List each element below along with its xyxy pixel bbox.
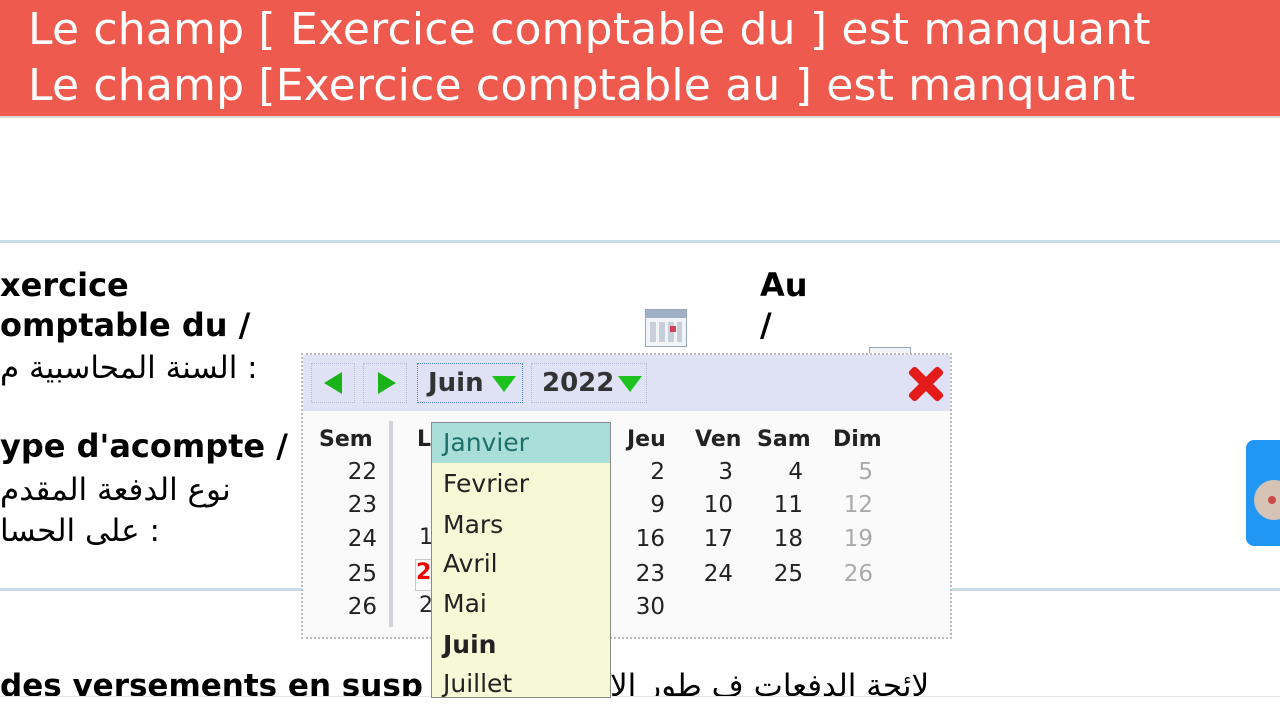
day-cell[interactable]: 11 xyxy=(763,492,803,518)
day-cell[interactable]: 4 xyxy=(763,459,803,485)
day-cell[interactable]: 25 xyxy=(763,561,803,587)
header-ven: Ven xyxy=(695,427,742,452)
type-acompte-arabic-line2: : على الحسا xyxy=(0,513,160,549)
type-acompte-arabic-line1: نوع الدفعة المقدم xyxy=(0,472,231,508)
day-cell[interactable]: 16 xyxy=(625,526,665,552)
day-cell-weekend[interactable]: 26 xyxy=(833,561,873,587)
error-banner: Le champ [ Exercice comptable du ] est m… xyxy=(0,0,1280,116)
month-value: Juin xyxy=(428,368,484,398)
calendar-icon-du[interactable] xyxy=(645,309,687,347)
banner-divider xyxy=(0,116,1280,118)
exercice-label-line1: xercice xyxy=(0,266,129,304)
day-cell[interactable]: 10 xyxy=(693,492,733,518)
day-cell[interactable]: 18 xyxy=(763,526,803,552)
date-picker-popup: Juin 2022 Sem L Jeu Ven Sam Dim 22 23 24… xyxy=(301,353,952,639)
week-number: 26 xyxy=(347,594,377,620)
au-label-line2: / xyxy=(760,306,772,344)
side-floating-button[interactable] xyxy=(1246,440,1280,546)
day-cell-weekend[interactable]: 12 xyxy=(833,492,873,518)
chevron-down-icon xyxy=(492,376,516,392)
arrow-left-icon xyxy=(324,372,342,394)
month-select[interactable]: Juin xyxy=(417,363,523,403)
month-option-avril[interactable]: Avril xyxy=(432,544,610,584)
prev-month-button[interactable] xyxy=(311,363,355,403)
month-option-mars[interactable]: Mars xyxy=(432,505,610,545)
error-message-du: Le champ [ Exercice comptable du ] est m… xyxy=(28,4,1151,55)
week-column-divider xyxy=(389,421,393,627)
exercice-label-arabic: : السنة المحاسبية م xyxy=(0,350,258,386)
week-number: 25 xyxy=(347,561,377,587)
month-option-fevrier[interactable]: Fevrier xyxy=(432,464,610,504)
next-month-button[interactable] xyxy=(363,363,407,403)
header-jeu: Jeu xyxy=(627,427,666,452)
type-acompte-label: ype d'acompte / xyxy=(0,427,288,465)
week-number: 24 xyxy=(347,526,377,552)
arrow-right-icon xyxy=(378,372,396,394)
section-divider-top xyxy=(0,240,1280,243)
day-cell[interactable]: 23 xyxy=(625,561,665,587)
day-cell-weekend[interactable]: 19 xyxy=(833,526,873,552)
month-option-juin[interactable]: Juin xyxy=(432,625,610,665)
month-dropdown-list: Janvier Fevrier Mars Avril Mai Juin Juil… xyxy=(431,422,611,698)
au-label-line1: Au xyxy=(760,266,808,304)
week-number: 22 xyxy=(347,459,377,485)
year-select[interactable]: 2022 xyxy=(531,363,647,403)
month-option-janvier[interactable]: Janvier xyxy=(432,423,610,463)
month-option-mai[interactable]: Mai xyxy=(432,584,610,624)
avatar-icon xyxy=(1254,480,1280,520)
day-cell[interactable]: 30 xyxy=(625,594,665,620)
day-cell-weekend[interactable]: 5 xyxy=(833,459,873,485)
day-cell[interactable]: 3 xyxy=(693,459,733,485)
month-option-juillet[interactable]: Juillet xyxy=(432,664,610,697)
header-lun: L xyxy=(417,427,432,452)
header-dim: Dim xyxy=(833,427,882,452)
header-sam: Sam xyxy=(757,427,811,452)
header-sem: Sem xyxy=(319,427,373,452)
day-cell[interactable]: 17 xyxy=(693,526,733,552)
day-cell[interactable]: 2 xyxy=(625,459,665,485)
week-number: 23 xyxy=(347,492,377,518)
bottom-bar xyxy=(0,696,1280,721)
year-value: 2022 xyxy=(542,368,615,398)
chevron-down-icon xyxy=(618,376,642,392)
date-picker-header: Juin 2022 xyxy=(303,355,950,411)
day-cell[interactable]: 9 xyxy=(625,492,665,518)
error-message-au: Le champ [Exercice comptable au ] est ma… xyxy=(28,60,1136,111)
close-icon[interactable] xyxy=(905,363,945,403)
exercice-label-line2: omptable du / xyxy=(0,306,251,344)
day-cell[interactable]: 24 xyxy=(693,561,733,587)
